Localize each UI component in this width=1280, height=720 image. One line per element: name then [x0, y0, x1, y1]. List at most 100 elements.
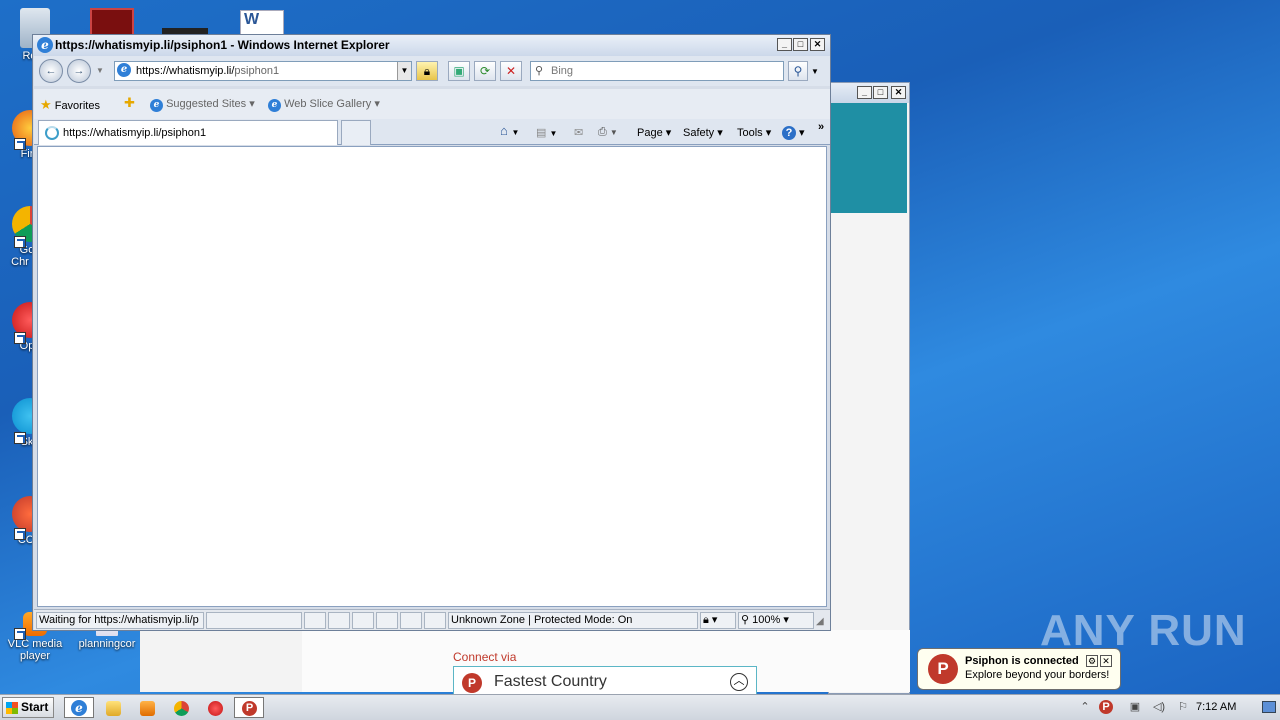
zoom-icon: ⚲ [741, 614, 750, 626]
favorites-bar: ★ Favorites ✚ e Suggested Sites ▾ e Web … [34, 89, 830, 119]
show-hidden-icons-button[interactable]: ⌃ [1078, 700, 1092, 714]
shortcut-arrow-icon [14, 628, 26, 640]
tab-row: https://whatismyip.li/psiphon1 ⌂ ▼ ▤ ▼ ✉… [34, 119, 830, 145]
psiphon-logo-icon: P [462, 673, 482, 693]
desktop-icon-label: planningcor [78, 638, 136, 650]
network-icon[interactable]: ▣ [1128, 700, 1142, 714]
psiphon-window: _ □ ✕ [828, 82, 910, 694]
maximize-button[interactable]: □ [793, 38, 808, 51]
star-icon: ★ [40, 97, 52, 112]
action-center-flag-icon[interactable]: ⚐ [1176, 700, 1190, 714]
shortcut-arrow-icon [14, 138, 26, 150]
safety-menu[interactable]: Safety ▾ [683, 126, 723, 139]
notification-title: Psiphon is connected [965, 655, 1079, 667]
home-button[interactable]: ⌂ ▼ [500, 123, 519, 138]
recent-pages-dropdown-icon[interactable]: ▼ [96, 66, 104, 75]
search-input[interactable]: ⚲ Bing [530, 61, 784, 81]
connect-via-label: Connect via [453, 650, 517, 664]
close-button[interactable]: ✕ [810, 38, 825, 51]
compatibility-view-button[interactable]: ▣ [448, 61, 470, 81]
taskbar-chrome[interactable] [166, 697, 196, 718]
opera-icon [208, 701, 223, 716]
media-player-icon [140, 701, 155, 716]
ie-window: e https://whatismyip.li/psiphon1 - Windo… [32, 34, 831, 631]
search-placeholder: Bing [551, 65, 574, 77]
zoom-button[interactable]: ⚲ 100% ▾ [738, 612, 814, 629]
chevron-more-icon[interactable]: » [818, 121, 824, 133]
word-desktop-icon[interactable]: W [240, 10, 284, 36]
loading-spinner-icon [45, 126, 59, 140]
progress-bar [206, 612, 302, 629]
search-options-icon[interactable]: ▼ [811, 67, 819, 76]
status-pane [304, 612, 326, 629]
tools-menu[interactable]: Tools ▾ [737, 126, 771, 139]
stop-button[interactable]: ✕ [500, 61, 522, 81]
suggested-sites-link[interactable]: e Suggested Sites ▾ [150, 97, 255, 112]
chevron-up-icon[interactable]: ︿ [730, 673, 748, 691]
back-button[interactable]: ← [39, 59, 63, 83]
status-bar: Waiting for https://whatismyip.li/p Unkn… [34, 609, 830, 630]
taskbar-ie[interactable]: e [64, 697, 94, 718]
window-title: https://whatismyip.li/psiphon1 - Windows… [55, 38, 390, 52]
address-dropdown-icon[interactable]: ▼ [397, 62, 411, 80]
close-notification-button[interactable]: ✕ [1100, 655, 1112, 667]
start-button[interactable]: Start [2, 697, 54, 718]
feeds-button[interactable]: ▤ ▼ [536, 126, 557, 139]
resize-grip-icon[interactable]: ◢ [816, 616, 824, 627]
country-select[interactable]: P Fastest Country ︿ [453, 666, 757, 696]
zone-status[interactable]: Unknown Zone | Protected Mode: On [448, 612, 698, 629]
psiphon-header-banner [831, 103, 907, 213]
minimize-button[interactable]: _ [777, 38, 792, 51]
refresh-button[interactable]: ⟳ [474, 61, 496, 81]
country-select-value: Fastest Country [494, 673, 607, 690]
show-desktop-button[interactable] [1262, 701, 1276, 713]
notification-body: Explore beyond your borders! [965, 669, 1110, 681]
close-button[interactable]: ✕ [891, 86, 906, 99]
search-icon: ⚲ [535, 65, 544, 77]
taskbar-psiphon[interactable]: P [234, 697, 264, 718]
navigation-bar: ← → ▼ e https://whatismyip.li/psiphon1 ▼… [34, 56, 830, 86]
acrobat-desktop-icon[interactable] [90, 8, 134, 36]
psiphon-logo-icon: P [928, 654, 958, 684]
help-icon: ? [782, 126, 796, 140]
ie-titlebar[interactable]: e https://whatismyip.li/psiphon1 - Windo… [33, 35, 830, 56]
forward-button[interactable]: → [67, 59, 91, 83]
new-tab-button[interactable] [341, 120, 371, 145]
psiphon-notification[interactable]: P Psiphon is connected Explore beyond yo… [917, 648, 1121, 690]
clock[interactable]: 7:12 AM [1196, 701, 1236, 713]
status-pane [400, 612, 422, 629]
shortcut-arrow-icon [14, 528, 26, 540]
address-value: https://whatismyip.li/psiphon1 [136, 65, 280, 77]
favorites-button[interactable]: ★ Favorites [40, 97, 100, 113]
print-button[interactable]: ⎙ ▼ [598, 126, 618, 139]
page-menu[interactable]: Page ▾ [637, 126, 671, 139]
minimize-button[interactable]: _ [857, 86, 872, 99]
chrome-icon [174, 701, 189, 716]
tab-active[interactable]: https://whatismyip.li/psiphon1 [38, 120, 338, 145]
volume-icon[interactable]: ◁) [1152, 700, 1166, 714]
add-favorites-icon[interactable]: ✚ [124, 95, 135, 111]
psiphon-tray-icon[interactable]: P [1099, 700, 1113, 714]
status-pane [352, 612, 374, 629]
taskbar-media-player[interactable] [132, 697, 162, 718]
page-icon: e [117, 63, 131, 77]
page-content [37, 146, 827, 607]
status-pane [424, 612, 446, 629]
desktop-icon-label: VLC media player [7, 638, 63, 662]
tab-label: https://whatismyip.li/psiphon1 [63, 127, 207, 139]
address-bar[interactable]: e https://whatismyip.li/psiphon1 ▼ [114, 61, 412, 81]
web-slice-gallery-link[interactable]: e Web Slice Gallery ▾ [268, 97, 380, 112]
maximize-button[interactable]: □ [873, 86, 888, 99]
read-mail-button[interactable]: ✉ [574, 126, 583, 139]
settings-icon[interactable]: ⚙ [1086, 655, 1098, 667]
taskbar-opera[interactable] [200, 697, 230, 718]
shortcut-arrow-icon [14, 432, 26, 444]
folder-icon [106, 701, 121, 716]
protected-mode-button[interactable]: 🔒︎ ▾ [700, 612, 736, 629]
taskbar-explorer[interactable] [98, 697, 128, 718]
help-button[interactable]: ? ▾ [782, 126, 805, 140]
ie-logo-icon: e [71, 700, 87, 716]
search-go-button[interactable]: ⚲ [788, 61, 808, 81]
security-lock-button[interactable]: 🔒︎ [416, 61, 438, 81]
psiphon-page-bottom: Connect via P Fastest Country ︿ [140, 630, 910, 696]
